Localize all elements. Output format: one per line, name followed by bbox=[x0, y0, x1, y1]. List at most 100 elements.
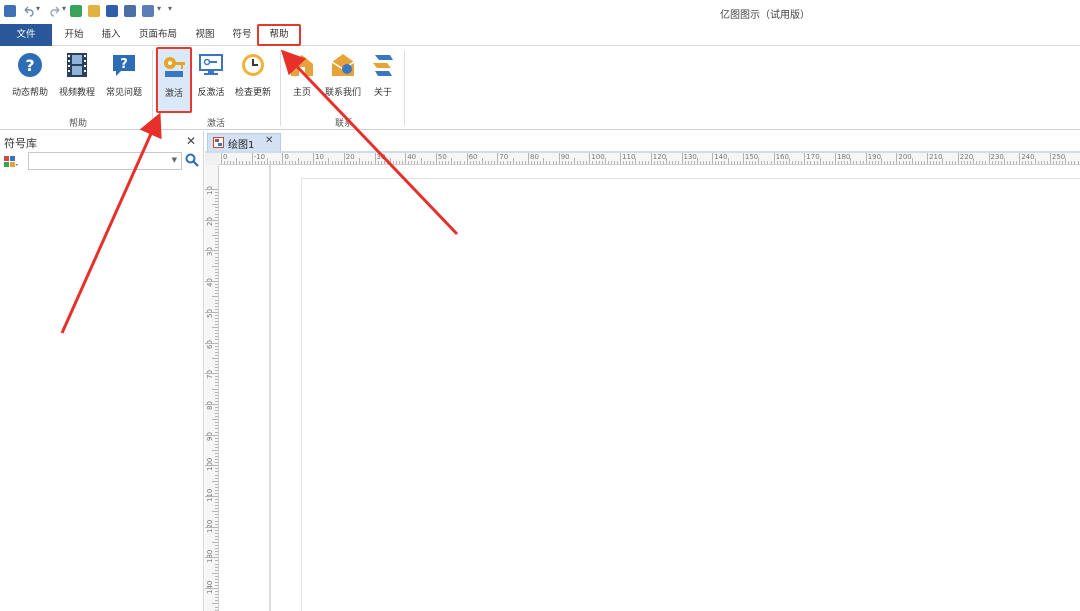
ruler-tick bbox=[871, 161, 873, 164]
contact-us-button[interactable]: 联系我们 bbox=[321, 50, 365, 106]
ruler-tick bbox=[577, 161, 579, 164]
ruler-tick bbox=[215, 247, 218, 249]
activate-button[interactable]: 激活 bbox=[156, 47, 192, 113]
ruler-tick bbox=[257, 161, 259, 164]
ruler-tick bbox=[215, 459, 218, 461]
ruler-tick bbox=[215, 308, 218, 310]
ruler-tick bbox=[914, 161, 916, 164]
drawing-page[interactable] bbox=[301, 178, 1080, 611]
ruler-tick bbox=[1074, 161, 1076, 164]
dynamic-help-button[interactable]: ? 动态帮助 bbox=[8, 50, 52, 106]
homepage-button[interactable]: 主页 bbox=[286, 50, 318, 106]
ruler-tick bbox=[936, 161, 938, 164]
ruler-tick bbox=[650, 153, 652, 164]
ruler-tick bbox=[205, 526, 218, 528]
ruler-tick bbox=[215, 305, 218, 307]
homepage-label: 主页 bbox=[292, 88, 311, 98]
ruler-tick bbox=[558, 153, 560, 164]
ruler-tick bbox=[306, 161, 308, 164]
ruler-tick bbox=[215, 397, 218, 399]
check-update-button[interactable]: 检查更新 bbox=[231, 50, 275, 106]
ruler-tick bbox=[205, 588, 218, 590]
tab-page-layout[interactable]: 页面布局 bbox=[131, 24, 185, 46]
ruler-tick bbox=[215, 293, 218, 295]
chevron-down-icon[interactable]: ▼ bbox=[172, 156, 177, 164]
about-logo-icon bbox=[370, 52, 396, 78]
ruler-tick bbox=[767, 161, 769, 164]
ruler-tick bbox=[770, 161, 772, 164]
ruler-tick bbox=[215, 422, 218, 424]
ruler-tick bbox=[481, 158, 483, 164]
document-tab[interactable]: 绘图1 ✕ bbox=[207, 133, 281, 151]
ruler-tick bbox=[349, 161, 351, 164]
ruler-tick bbox=[374, 153, 376, 164]
close-icon[interactable]: ✕ bbox=[186, 134, 196, 148]
ruler-tick bbox=[948, 161, 950, 164]
tab-insert[interactable]: 插入 bbox=[93, 24, 129, 46]
ruler-tick bbox=[215, 244, 218, 246]
faq-button[interactable]: ? 常见问题 bbox=[102, 50, 146, 106]
ruler-tick bbox=[835, 153, 836, 164]
ruler-tick bbox=[724, 161, 726, 164]
ruler-tick bbox=[831, 161, 833, 164]
ruler-tick bbox=[899, 161, 901, 164]
ruler-tick bbox=[896, 153, 898, 164]
ruler-tick bbox=[215, 287, 218, 289]
ruler-tick bbox=[745, 161, 747, 164]
ruler-tick bbox=[368, 161, 370, 164]
ruler-tick bbox=[687, 161, 689, 164]
ruler-tick bbox=[1006, 161, 1008, 164]
ruler-tick-label: 80 bbox=[530, 153, 539, 161]
close-icon[interactable]: ✕ bbox=[265, 135, 273, 146]
ruler-tick bbox=[399, 161, 401, 164]
ruler-tick bbox=[693, 161, 695, 164]
ruler-tick bbox=[215, 284, 218, 286]
ruler-tick bbox=[574, 158, 576, 164]
deactivate-button[interactable]: 反激活 bbox=[194, 50, 228, 106]
ruler-tick bbox=[260, 161, 262, 164]
ruler-tick bbox=[669, 161, 671, 164]
ruler-tick bbox=[887, 161, 889, 164]
ruler-tick-label: 150 bbox=[744, 153, 759, 161]
ruler-tick bbox=[227, 161, 229, 164]
ruler-tick bbox=[215, 560, 218, 562]
ruler-tick bbox=[828, 161, 830, 164]
ruler-tick bbox=[300, 161, 302, 164]
ruler-tick bbox=[570, 161, 572, 164]
ruler-tick bbox=[810, 161, 812, 164]
ruler-tick bbox=[215, 514, 218, 516]
ruler-tick bbox=[215, 330, 218, 332]
about-button[interactable]: 关于 bbox=[368, 50, 398, 106]
ruler-tick bbox=[215, 437, 218, 439]
ruler-tick bbox=[322, 161, 324, 164]
ruler-tick bbox=[215, 585, 218, 587]
ruler-tick bbox=[254, 161, 256, 164]
ruler-tick bbox=[205, 434, 218, 436]
symbol-library-panel: 符号库 ✕ ▼ bbox=[0, 131, 204, 611]
ruler-tick bbox=[598, 161, 600, 164]
library-grid-icon[interactable] bbox=[4, 156, 18, 168]
symbol-search-input[interactable]: ▼ bbox=[28, 152, 182, 170]
ruler-tick bbox=[509, 161, 511, 164]
ruler-tick bbox=[963, 161, 965, 164]
tab-home[interactable]: 开始 bbox=[56, 24, 92, 46]
ruler-tick bbox=[233, 161, 235, 164]
key-icon bbox=[161, 53, 187, 79]
ruler-tick bbox=[764, 161, 766, 164]
ruler-tick bbox=[215, 336, 218, 338]
ruler-tick bbox=[604, 158, 606, 164]
ruler-tick bbox=[212, 511, 218, 513]
ruler-tick bbox=[224, 161, 226, 164]
tab-help[interactable]: 帮助 bbox=[257, 24, 301, 46]
video-tutorial-button[interactable]: 视频教程 bbox=[55, 50, 99, 106]
tab-symbols[interactable]: 符号 bbox=[224, 24, 260, 46]
ruler-tick bbox=[215, 499, 218, 501]
tab-view[interactable]: 视图 bbox=[187, 24, 223, 46]
ruler-tick bbox=[586, 161, 588, 164]
ruler-tick bbox=[291, 161, 293, 164]
ruler-tick bbox=[890, 161, 892, 164]
ruler-tick bbox=[205, 496, 218, 497]
ruler-tick bbox=[215, 222, 218, 224]
tab-file[interactable]: 文件 bbox=[0, 24, 52, 46]
search-icon[interactable] bbox=[185, 153, 199, 167]
